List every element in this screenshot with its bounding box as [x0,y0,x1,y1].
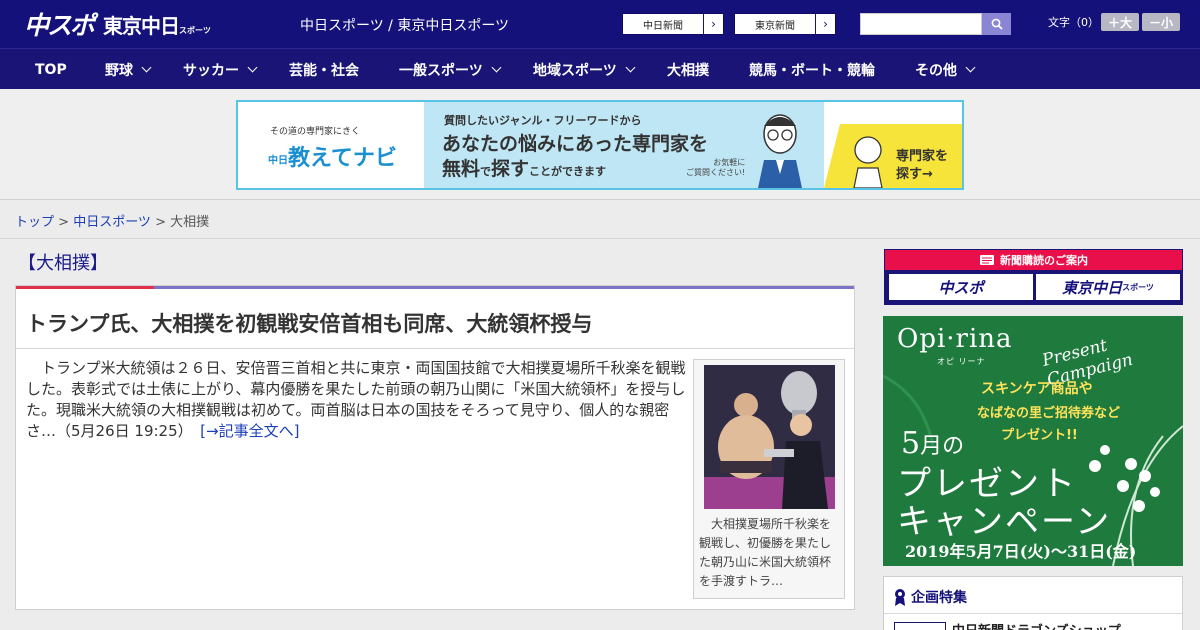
font-size-up-button[interactable]: ＋大 [1101,13,1139,31]
feature-box: 企画特集 中日新聞ドラゴンズショップ [883,576,1183,630]
sumo-trophy-photo-icon [704,365,835,509]
newspaper-icon [980,255,994,265]
top-ad-area: その道の専門家にきく 中日教えてナビ 質問したいジャンル・フリーワードから あな… [0,89,1200,200]
breadcrumb: トップ > 中日スポーツ > 大相撲 [0,201,1200,239]
subscribe-box: 新聞購読のご案内 中スポ 東京中日 スポーツ [884,249,1183,305]
chevron-down-icon [247,62,258,73]
nav-item-racing[interactable]: 競馬・ボート・競輪 [749,49,875,90]
chevron-right-icon: › [703,14,723,34]
logo-tokyo-chunichi: 東京中日スポーツ [103,13,211,38]
site-header: 中スポ 東京中日スポーツ 中日スポーツ / 東京中日スポーツ 中日新聞 › 東京… [0,0,1200,48]
site-logo[interactable]: 中スポ 東京中日スポーツ [24,8,211,40]
chevron-down-icon [141,62,152,73]
ad-brand-title: 中日教えてナビ [268,146,397,171]
article-headline[interactable]: トランプ氏、大相撲を初観戦安倍首相も同席、大統領杯授与 [26,308,592,338]
article-lead: トランプ米大統領は２６日、安倍晋三首相と共に東京・両国国技館で大相撲夏場所千秋楽… [26,359,686,440]
ad-cta-panel: 専門家を 探す→ [824,124,962,188]
font-size-label: 文字（0） [1048,16,1099,29]
dragons-shop-thumbnail[interactable] [894,622,946,630]
breadcrumb-top[interactable]: トップ [15,215,54,230]
search-input[interactable] [860,13,982,35]
ad-message-panel: 質問したいジャンル・フリーワードから あなたの悩みにあった専門家を 無料で探すこ… [424,102,824,188]
nav-item-top[interactable]: TOP [35,49,67,90]
article-card: トランプ氏、大相撲を初観戦安倍首相も同席、大統領杯授与 トランプ米大統領は２６日… [15,285,855,610]
nav-item-local-sports[interactable]: 地域スポーツ [533,49,636,90]
breadcrumb-current: 大相撲 [170,215,210,230]
chevron-down-icon [625,62,636,73]
nav-item-general-sports[interactable]: 一般スポーツ [399,49,502,90]
read-more-link[interactable]: [→記事全文へ] [200,422,299,440]
font-size-down-button[interactable]: －小 [1142,13,1180,31]
chevron-down-icon [965,62,976,73]
subscribe-buttons: 中スポ 東京中日 スポーツ [885,270,1182,304]
category-title: 【大相撲】 [18,253,108,274]
breadcrumb-chunichi-sports[interactable]: 中日スポーツ [73,215,151,230]
feature-item-dragons-shop[interactable]: 中日新聞ドラゴンズショップ [952,620,1121,630]
nav-item-baseball[interactable]: 野球 [105,49,152,90]
promo-brand: Opi·rina オピ リーナ [897,324,1013,366]
divider [884,613,1182,614]
article-photo-box[interactable]: 大相撲夏場所千秋楽を観戦し、初優勝を果たした朝乃山に米国大統領杯を手渡すトラ… [693,359,845,599]
subscribe-chunichi-sports-button[interactable]: 中スポ [889,274,1033,300]
site-title: 中日スポーツ / 東京中日スポーツ [300,18,510,34]
feature-heading: 企画特集 [894,587,967,607]
nav-item-other[interactable]: その他 [915,49,976,90]
expert-illustration-icon [758,114,802,188]
oshiete-navi-ad-banner[interactable]: その道の専門家にきく 中日教えてナビ 質問したいジャンル・フリーワードから あな… [236,100,964,190]
search-icon [991,18,1003,30]
article-photo[interactable] [704,365,835,509]
nav-item-sumo[interactable]: 大相撲 [667,49,709,90]
ad-tagline: その道の専門家にきく [270,127,361,137]
nav-item-soccer[interactable]: サッカー [183,49,258,90]
opirina-promo-banner[interactable]: Opi·rina オピ リーナ Present Campaign スキンケア商品や… [883,316,1183,566]
chunichi-shimbun-link[interactable]: 中日新聞 › [622,13,724,35]
chevron-down-icon [491,62,502,73]
ad-brand-panel: その道の専門家にきく 中日教えてナビ [238,102,424,188]
subscribe-heading: 新聞購読のご案内 [885,250,1182,270]
main-nav: TOP 野球 サッカー 芸能・社会 一般スポーツ 地域スポーツ 大相撲 競馬・ボ… [0,48,1200,89]
ribbon-icon [895,589,905,606]
tokyo-shimbun-link[interactable]: 東京新聞 › [734,13,836,35]
logo-chunichi-sports: 中スポ [24,11,95,40]
chevron-right-icon: › [815,14,835,34]
search-button[interactable] [982,13,1011,35]
divider [16,348,854,349]
photo-caption: 大相撲夏場所千秋楽を観戦し、初優勝を果たした朝乃山に米国大統領杯を手渡すトラ… [699,517,832,588]
subscribe-tokyo-chunichi-button[interactable]: 東京中日 スポーツ [1036,274,1180,300]
card-top-accent [16,286,154,289]
nav-item-entertainment[interactable]: 芸能・社会 [289,49,359,90]
thinking-person-icon [853,136,883,188]
promo-date: 2019年5月7日(火)〜31日(金) [905,542,1137,561]
